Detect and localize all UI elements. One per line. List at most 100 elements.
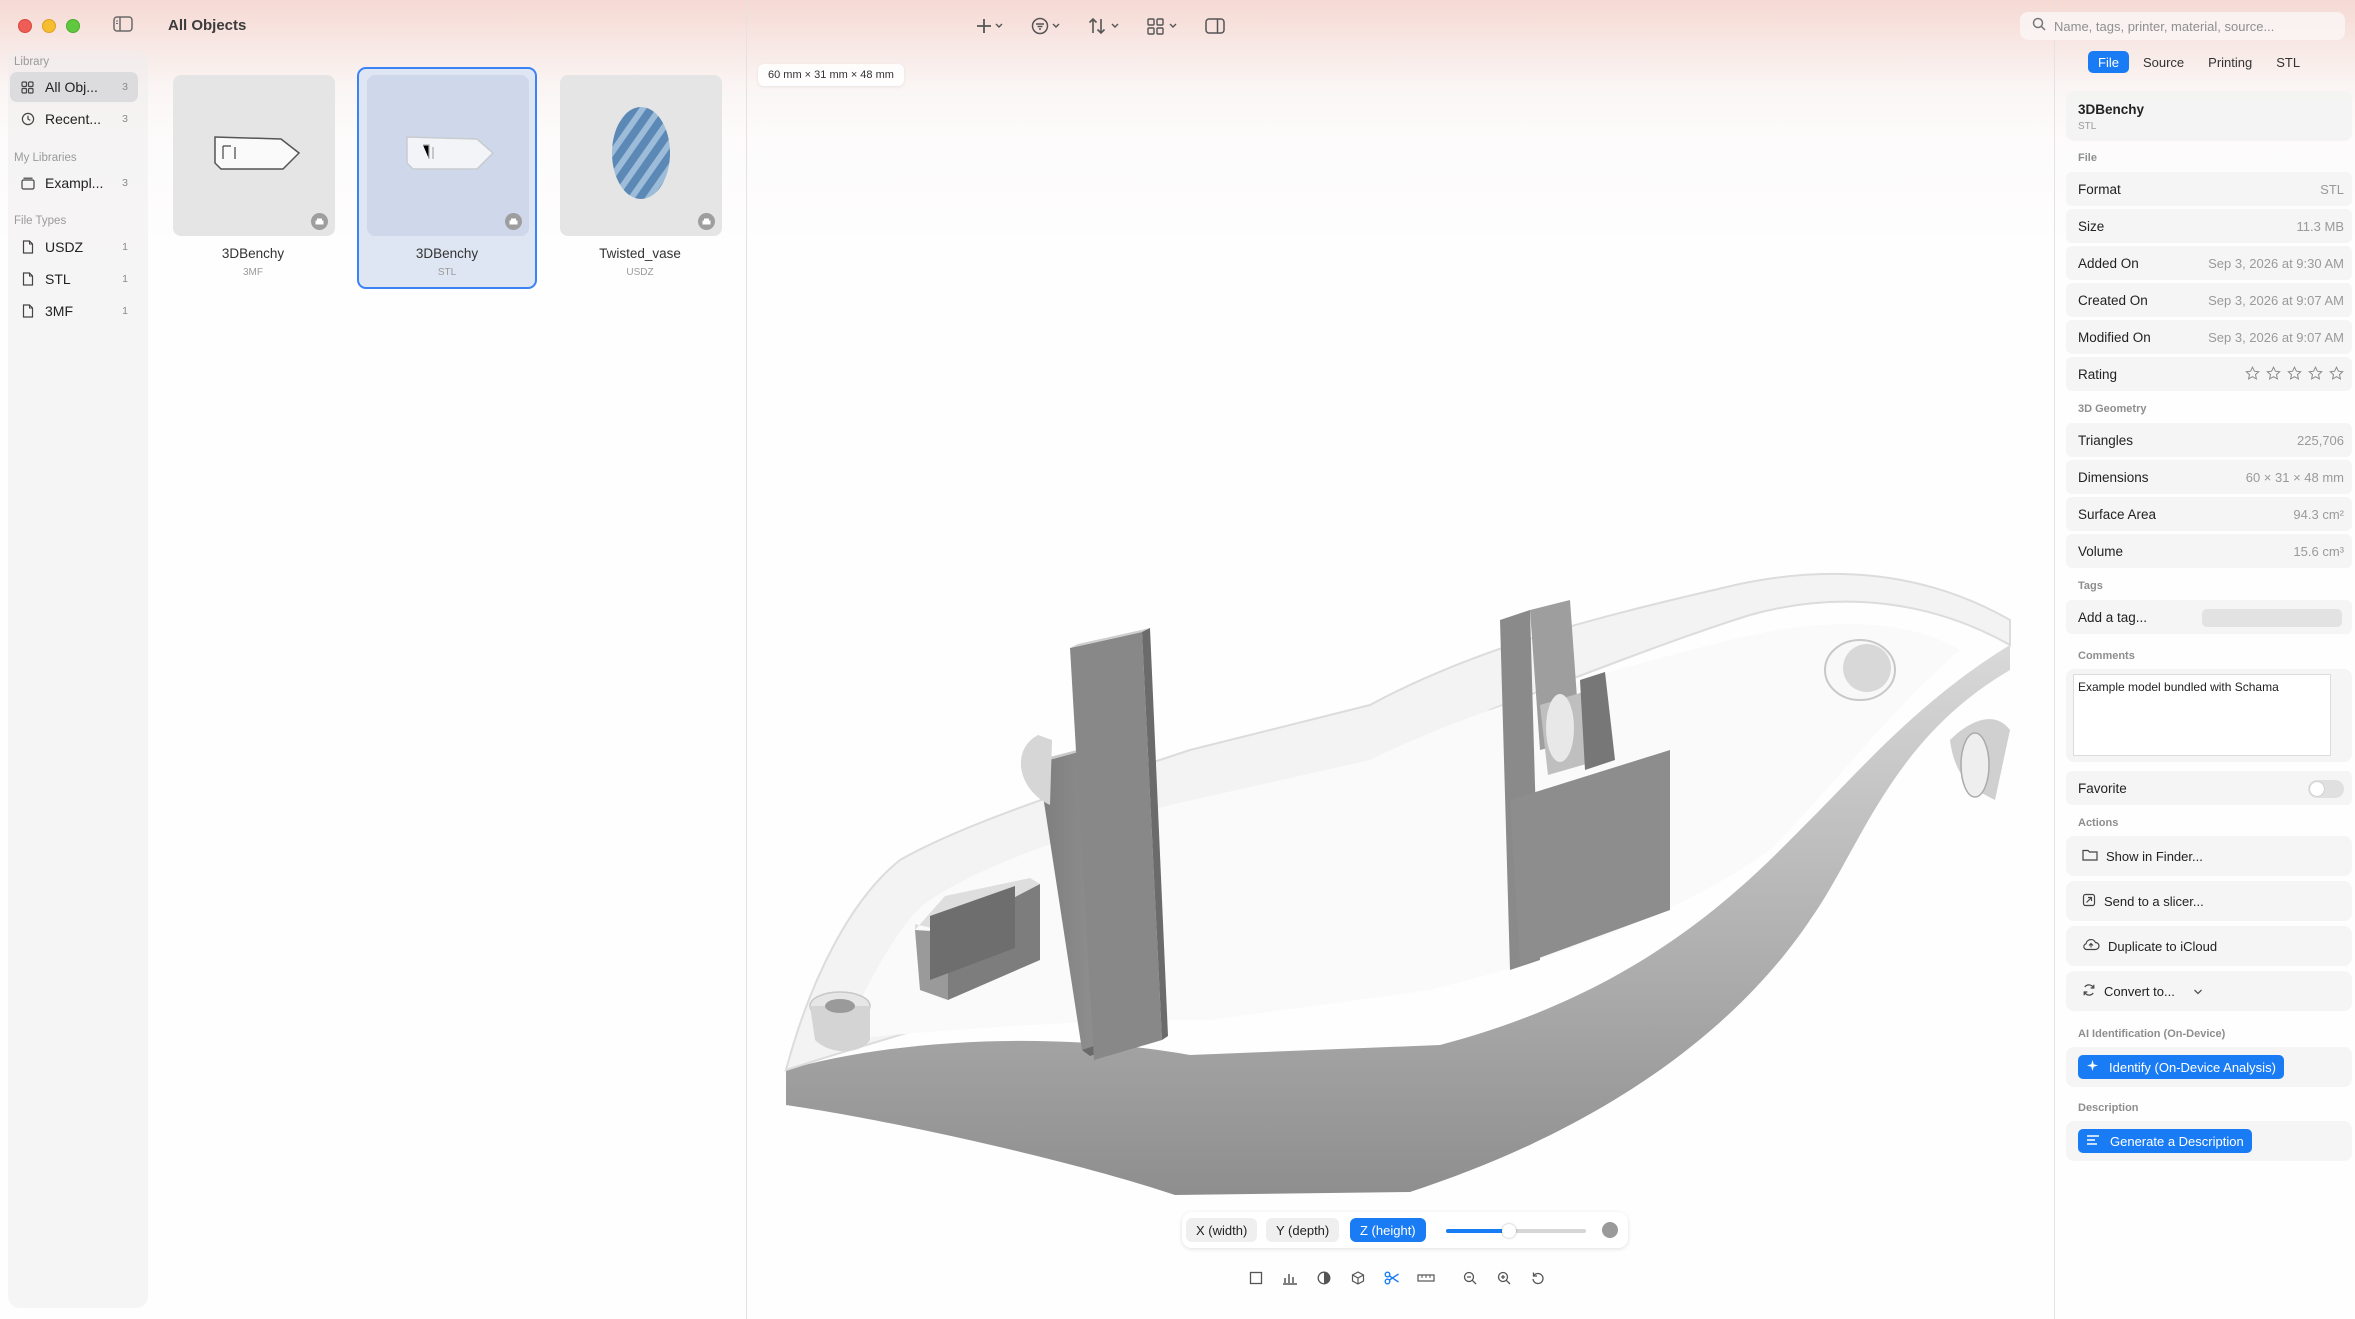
sidebar-item-count: 1: [122, 273, 128, 285]
sidebar-item-label: All Obj...: [45, 79, 98, 95]
chart-icon[interactable]: [1280, 1269, 1300, 1287]
tag-input[interactable]: [2202, 609, 2342, 627]
sidebar-item-stl[interactable]: STL 1: [10, 264, 138, 294]
document-icon: [20, 304, 35, 319]
row-key: Rating: [2078, 367, 2118, 382]
app-window: Library All Obj... 3 Recent... 3 My Libr…: [0, 0, 2355, 1319]
3d-model-view[interactable]: [770, 560, 2025, 1200]
filter-icon: [1031, 16, 1063, 36]
grid-item-twisted-vase[interactable]: Twisted_vase USDZ: [550, 67, 730, 289]
cloud-upload-icon: [2082, 938, 2108, 954]
zoom-in-icon[interactable]: [1494, 1269, 1514, 1287]
grid-item-3dbenchy-stl[interactable]: 3DBenchy STL: [357, 67, 537, 289]
add-icon: [976, 16, 1006, 36]
grid-item-3dbenchy-3mf[interactable]: 3DBenchy 3MF: [163, 67, 343, 289]
show-in-finder-button[interactable]: Show in Finder...: [2074, 843, 2211, 869]
row-value: 60 × 31 × 48 mm: [2245, 470, 2344, 485]
section-tags: Tags: [2078, 580, 2103, 592]
generate-description-label: Generate a Description: [2110, 1133, 2244, 1149]
row-value: Sep 3, 2026 at 9:07 AM: [2208, 293, 2344, 308]
sidebar-item-count: 3: [122, 81, 128, 93]
sidebar-item-all-objects[interactable]: All Obj... 3: [10, 72, 138, 102]
scissors-icon[interactable]: [1382, 1269, 1402, 1287]
send-to-slicer-button[interactable]: Send to a slicer...: [2074, 888, 2212, 914]
close-window-button[interactable]: [18, 19, 32, 33]
row-favorite: Favorite: [2066, 771, 2352, 805]
text-lines-icon: [2086, 1134, 2110, 1149]
star-icon[interactable]: [2245, 366, 2260, 386]
star-icon[interactable]: [2266, 366, 2281, 386]
comments-textarea[interactable]: Example model bundled with Schama: [2073, 674, 2331, 756]
row-created-on: Created On Sep 3, 2026 at 9:07 AM: [2066, 283, 2352, 317]
slider-knob[interactable]: [1502, 1224, 1516, 1238]
zoom-window-button[interactable]: [66, 19, 80, 33]
zoom-out-icon[interactable]: [1460, 1269, 1480, 1287]
search-input[interactable]: [2054, 18, 2324, 34]
row-value: 11.3 MB: [2296, 219, 2344, 234]
tab-file[interactable]: File: [2088, 51, 2129, 73]
section-description: Description: [2078, 1102, 2139, 1114]
inspector-toggle-button[interactable]: [1204, 14, 1226, 38]
tab-printing[interactable]: Printing: [2198, 51, 2262, 73]
slice-reset-icon[interactable]: [1602, 1222, 1618, 1238]
sidebar-item-example-library[interactable]: Exampl... 3: [10, 168, 138, 198]
sidebar-item-label: Exampl...: [45, 175, 104, 191]
sidebar-section-library: Library: [14, 56, 50, 68]
sparkle-icon: [2086, 1059, 2109, 1075]
vase-thumbnail-icon: [612, 107, 670, 199]
view-mode-button[interactable]: [1147, 14, 1181, 38]
star-icon[interactable]: [2308, 366, 2323, 386]
minimize-window-button[interactable]: [42, 19, 56, 33]
sidebar-item-count: 3: [122, 177, 128, 189]
sidebar-item-recent[interactable]: Recent... 3: [10, 104, 138, 134]
row-format: Format STL: [2066, 172, 2352, 206]
add-button[interactable]: [976, 14, 1006, 38]
add-tag-label: Add a tag...: [2078, 610, 2148, 625]
sidebar-item-3mf[interactable]: 3MF 1: [10, 296, 138, 326]
identify-button[interactable]: Identify (On-Device Analysis): [2078, 1055, 2284, 1079]
generate-description-button[interactable]: Generate a Description: [2078, 1129, 2252, 1153]
sidebar-item-count: 3: [122, 113, 128, 125]
tab-stl[interactable]: STL: [2266, 51, 2310, 73]
axis-x-button[interactable]: X (width): [1186, 1218, 1258, 1242]
axis-y-button[interactable]: Y (depth): [1266, 1218, 1340, 1242]
favorite-toggle[interactable]: [2308, 780, 2344, 798]
action-send-to-slicer: Send to a slicer...: [2066, 881, 2352, 921]
contrast-icon[interactable]: [1314, 1269, 1334, 1287]
star-icon[interactable]: [2287, 366, 2302, 386]
convert-to-button[interactable]: Convert to...: [2074, 978, 2219, 1004]
cube-icon[interactable]: [1348, 1269, 1368, 1287]
star-icon[interactable]: [2329, 366, 2344, 386]
boat-thumbnail-icon: [406, 136, 495, 170]
convert-icon: [2082, 983, 2104, 1000]
viewer-toolbar: [1246, 1268, 1562, 1288]
section-comments: Comments: [2078, 650, 2135, 662]
ruler-icon[interactable]: [1416, 1269, 1436, 1287]
divider: [746, 0, 747, 1319]
row-key: Favorite: [2078, 781, 2127, 796]
object-header: 3DBenchy STL: [2066, 91, 2352, 141]
sidebar-item-usdz[interactable]: USDZ 1: [10, 232, 138, 262]
search-field[interactable]: [2020, 12, 2345, 40]
slice-slider[interactable]: [1446, 1224, 1586, 1238]
axis-z-button[interactable]: Z (height): [1350, 1218, 1426, 1242]
reset-icon[interactable]: [1528, 1269, 1548, 1287]
filter-button[interactable]: [1031, 14, 1063, 38]
section-geometry: 3D Geometry: [2078, 403, 2147, 415]
object-type: STL: [2078, 121, 2097, 132]
window-controls: [18, 19, 80, 33]
row-added-on: Added On Sep 3, 2026 at 9:30 AM: [2066, 246, 2352, 280]
sidebar-item-count: 1: [122, 305, 128, 317]
tab-source[interactable]: Source: [2133, 51, 2194, 73]
dimensions-badge: 60 mm × 31 mm × 48 mm: [758, 64, 904, 86]
frame-icon[interactable]: [1246, 1269, 1266, 1287]
sort-button[interactable]: [1088, 14, 1122, 38]
sidebar-section-file-types: File Types: [14, 215, 67, 227]
action-label: Duplicate to iCloud: [2108, 938, 2218, 954]
rating-stars[interactable]: [2245, 366, 2344, 386]
duplicate-to-icloud-button[interactable]: Duplicate to iCloud: [2074, 933, 2225, 959]
row-add-tag[interactable]: Add a tag...: [2066, 600, 2352, 634]
sidebar-item-label: Recent...: [45, 111, 102, 127]
chevron-down-icon[interactable]: [2193, 984, 2211, 999]
sidebar-toggle-icon[interactable]: [113, 16, 135, 34]
